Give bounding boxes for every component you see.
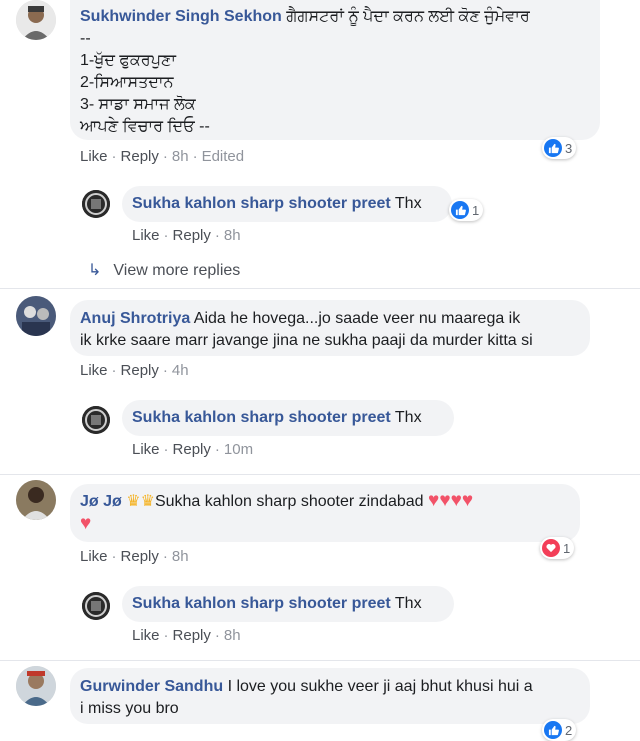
divider [0,288,640,289]
reply-actions: Like · Reply · 10m [132,441,254,458]
comment-author[interactable]: Sukhwinder Singh Sekhon [80,8,282,25]
thumbs-up-icon [544,139,562,157]
reply-link[interactable]: Reply [173,627,211,644]
timestamp[interactable]: 4h [172,362,189,379]
avatar[interactable] [16,0,56,40]
view-more-replies-link[interactable]: ↳ View more replies [88,260,240,280]
avatar[interactable] [16,296,56,336]
comment-text: 2-ਸਿਆਸਤਦਾਨ [80,74,174,91]
comment-text: ik krke saare marr javange jina ne sukha… [80,332,533,349]
comment-text: Thx [394,409,422,426]
timestamp[interactable]: 8h [172,548,189,565]
view-more-replies-label[interactable]: View more replies [113,262,240,279]
edited-label[interactable]: Edited [202,148,245,165]
crown-emoji-icon: ♛♛ [126,493,155,510]
comment-text: 3- ਸਾਡਾ ਸਮਾਜ ਲੋਕ [80,96,196,113]
reply-link[interactable]: Reply [173,441,211,458]
comment-actions: Like · Reply · 8h · Edited [80,148,245,165]
heart-emoji-icon: ♥♥♥♥ [428,490,474,511]
comment-text: Aida he hovega...jo saade veer nu maareg… [193,310,521,327]
like-link[interactable]: Like [132,227,160,244]
like-link[interactable]: Like [132,627,160,644]
reply-body: Sukha kahlon sharp shooter preet Thx [132,193,422,215]
comment-author[interactable]: Jø Jø [80,493,122,510]
like-link[interactable]: Like [132,441,160,458]
reaction-count: 3 [565,140,573,156]
comment-author[interactable]: Anuj Shrotriya [80,310,190,327]
comment-text: ਆਪਣੇ ਵਿਚਾਰ ਦਿਓ -- [80,118,210,135]
reaction-count: 1 [563,540,571,556]
reply-actions: Like · Reply · 8h [132,227,241,244]
comment-author[interactable]: Sukha kahlon sharp shooter preet [132,409,391,426]
comment-actions: Like · Reply · 4h [80,362,189,379]
comment-text: Thx [394,595,422,612]
comment-text: -- [80,30,91,47]
comment-author[interactable]: Sukha kahlon sharp shooter preet [132,195,391,212]
like-link[interactable]: Like [80,548,108,565]
timestamp[interactable]: 8h [224,627,241,644]
comment-author[interactable]: Sukha kahlon sharp shooter preet [132,595,391,612]
heart-emoji-icon: ♥ [80,513,92,534]
avatar[interactable] [82,592,110,620]
comment-author[interactable]: Gurwinder Sandhu [80,678,223,695]
reply-body: Sukha kahlon sharp shooter preet Thx [132,407,422,429]
comment-text: Thx [394,195,422,212]
thumbs-up-icon [451,201,469,219]
thumbs-up-icon [544,721,562,739]
like-link[interactable]: Like [80,148,108,165]
reply-link[interactable]: Reply [121,148,159,165]
reply-arrow-icon: ↳ [88,262,102,279]
comment-body: Anuj Shrotriya Aida he hovega...jo saade… [80,308,585,352]
comment-text: ਗੈਗਸਟਰਾਂ ਨੂੰ ਪੈਦਾ ਕਰਨ ਲਈ ਕੋਣ ਜੁੰਮੇਵਾਰ [286,8,530,25]
avatar[interactable] [16,480,56,520]
reaction-badge[interactable]: 2 [542,719,577,741]
comment-text: Sukha kahlon sharp shooter zindabad [154,493,424,510]
reply-actions: Like · Reply · 8h [132,627,241,644]
comment-body: Sukhwinder Singh Sekhon ਗੈਗਸਟਰਾਂ ਨੂੰ ਪੈਦ… [80,6,595,138]
reaction-badge[interactable]: 1 [540,537,575,559]
timestamp[interactable]: 10m [224,441,253,458]
timestamp[interactable]: 8h [224,227,241,244]
comment-actions: Like · Reply · 8h [80,548,189,565]
reply-link[interactable]: Reply [121,362,159,379]
avatar[interactable] [82,190,110,218]
reply-body: Sukha kahlon sharp shooter preet Thx [132,593,422,615]
divider [0,660,640,661]
comment-body: Jø Jø ♛♛Sukha kahlon sharp shooter zinda… [80,490,575,536]
avatar[interactable] [82,406,110,434]
avatar[interactable] [16,666,56,706]
reaction-badge[interactable]: 1 [449,199,484,221]
heart-icon [542,539,560,557]
reaction-badge[interactable]: 3 [542,137,577,159]
reaction-count: 1 [472,202,480,218]
divider [0,474,640,475]
comment-body: Gurwinder Sandhu I love you sukhe veer j… [80,676,585,720]
comment-text: I love you sukhe veer ji aaj bhut khusi … [227,678,533,695]
reply-link[interactable]: Reply [173,227,211,244]
reaction-count: 2 [565,722,573,738]
like-link[interactable]: Like [80,362,108,379]
reply-link[interactable]: Reply [121,548,159,565]
comment-text: 1-ਖੁੱਦ ਫੁਕਰਪੁਣਾ [80,52,177,69]
comment-text: i miss you bro [80,700,179,717]
timestamp[interactable]: 8h [172,148,189,165]
